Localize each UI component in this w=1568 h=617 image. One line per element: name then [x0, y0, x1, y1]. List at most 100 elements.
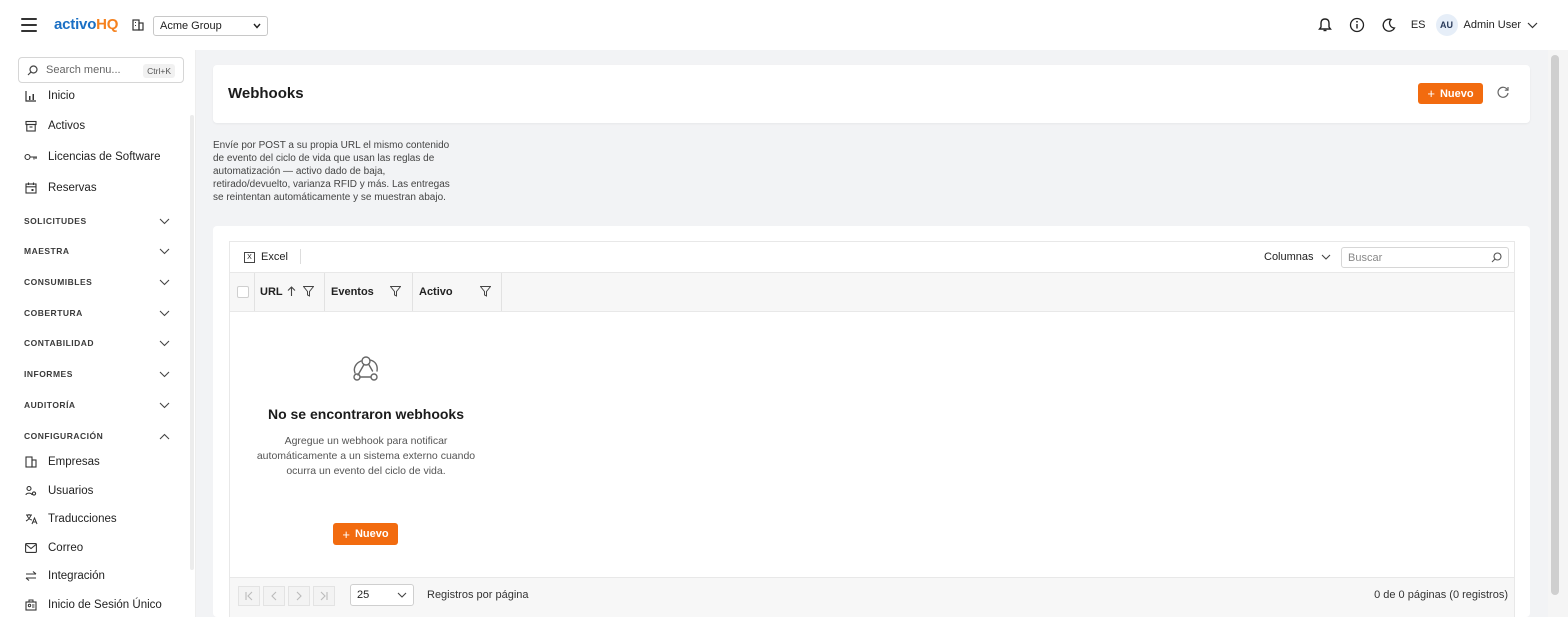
filter-icon[interactable]	[390, 286, 401, 297]
sidebar-item-correo[interactable]: Correo	[24, 541, 83, 555]
sidebar-scrollbar[interactable]	[190, 115, 194, 570]
next-page-icon[interactable]	[288, 586, 310, 606]
sidebar-item-label: Inicio de Sesión Único	[48, 599, 162, 611]
company-select-value: Acme Group	[160, 20, 222, 32]
column-header-activo[interactable]: Activo	[413, 273, 502, 311]
window-scrollbar[interactable]	[1548, 50, 1568, 617]
sidebar-group-label: CONTABILIDAD	[24, 338, 95, 348]
chevron-down-icon[interactable]	[1527, 22, 1538, 29]
sidebar-item-label: Correo	[48, 542, 84, 554]
chevron-down-icon	[159, 279, 170, 285]
chevron-down-icon	[397, 592, 407, 598]
hamburger-menu-icon[interactable]	[21, 18, 37, 32]
table-header: URL Eventos Activo	[230, 272, 1514, 312]
app-logo[interactable]: activoHQ	[54, 16, 118, 33]
previous-page-icon[interactable]	[263, 586, 285, 606]
page-title: Webhooks	[228, 85, 304, 102]
sidebar-group-cobertura[interactable]: COBERTURA	[24, 308, 170, 318]
keyboard-shortcut-badge: Ctrl+K	[143, 64, 175, 78]
column-header-label: Activo	[419, 286, 453, 298]
sidebar-item-traducciones[interactable]: Traducciones	[24, 512, 117, 526]
chevron-up-icon	[159, 433, 170, 439]
chart-icon	[24, 89, 38, 103]
column-header-url[interactable]: URL	[255, 273, 325, 311]
chevron-down-icon	[159, 402, 170, 408]
top-right-actions: ES AU Admin User	[1309, 0, 1538, 50]
first-page-icon[interactable]	[238, 586, 260, 606]
select-all-checkbox[interactable]	[237, 286, 249, 298]
webhooks-grid-card: X Excel Columnas Buscar URL Eventos Activ…	[213, 226, 1530, 617]
empty-state-title: No se encontraron webhooks	[267, 406, 465, 422]
empty-state-text: Agregue un webhook para notificar automá…	[256, 435, 476, 477]
filter-icon[interactable]	[303, 286, 314, 297]
chevron-down-icon	[159, 340, 170, 346]
top-bar: activoHQ Acme Group ES AU Admin User	[0, 0, 1568, 50]
company-select[interactable]: Acme Group	[153, 16, 268, 36]
sidebar-item-label: Licencias de Software	[48, 151, 161, 163]
sidebar-item-activos[interactable]: Activos	[24, 119, 85, 133]
sidebar-group-label: CONFIGURACIÓN	[24, 431, 104, 441]
column-header-label: Eventos	[331, 286, 374, 298]
language-switch[interactable]: ES	[1411, 19, 1426, 31]
chevron-down-icon	[159, 248, 170, 254]
filter-icon[interactable]	[480, 286, 491, 297]
sidebar-item-usuarios[interactable]: Usuarios	[24, 484, 93, 498]
toolbar-divider	[300, 249, 301, 264]
grid-search-input[interactable]: Buscar	[1341, 247, 1509, 268]
sidebar-group-consumibles[interactable]: CONSUMIBLES	[24, 277, 170, 287]
columns-chooser-button[interactable]: Columnas	[1264, 251, 1331, 263]
grid-search-placeholder: Buscar	[1348, 251, 1383, 264]
new-webhook-button[interactable]: + Nuevo	[1418, 83, 1483, 104]
sidebar-item-empresas[interactable]: Empresas	[24, 455, 100, 469]
sidebar-group-informes[interactable]: INFORMES	[24, 369, 170, 379]
column-header-eventos[interactable]: Eventos	[325, 273, 413, 311]
excel-export-button[interactable]: X Excel	[244, 251, 288, 263]
info-icon[interactable]	[1341, 9, 1373, 41]
sidebar-item-integracion[interactable]: Integración	[24, 569, 105, 583]
empty-state: No se encontraron webhooks Agregue un we…	[230, 352, 502, 545]
sidebar-item-inicio[interactable]: Inicio	[24, 89, 75, 103]
sidebar-group-contabilidad[interactable]: CONTABILIDAD	[24, 338, 170, 348]
user-name[interactable]: Admin User	[1464, 19, 1521, 31]
last-page-icon[interactable]	[313, 586, 335, 606]
sidebar-item-reservas[interactable]: Reservas	[24, 181, 97, 195]
bell-icon[interactable]	[1309, 9, 1341, 41]
sidebar-group-label: SOLICITUDES	[24, 216, 87, 226]
page-header: Webhooks + Nuevo	[213, 65, 1530, 123]
sidebar-item-label: Traducciones	[48, 513, 117, 525]
sidebar-group-label: INFORMES	[24, 369, 73, 379]
sidebar-group-auditoria[interactable]: AUDITORÍA	[24, 400, 170, 410]
sidebar-item-licencias[interactable]: Licencias de Software	[24, 150, 161, 164]
sidebar-item-label: Empresas	[48, 456, 100, 468]
menu-search-input[interactable]: Search menu... Ctrl+K	[18, 57, 184, 83]
page-size-select[interactable]: 25	[350, 584, 414, 606]
sidebar-group-solicitudes[interactable]: SOLICITUDES	[24, 216, 170, 226]
columns-label: Columnas	[1264, 251, 1314, 263]
sidebar-item-label: Activos	[48, 120, 86, 132]
sidebar-item-sso[interactable]: Inicio de Sesión Único	[24, 598, 162, 612]
sidebar-item-label: Inicio	[48, 90, 75, 102]
refresh-icon[interactable]	[1496, 85, 1512, 101]
data-grid: X Excel Columnas Buscar URL Eventos Activ…	[229, 241, 1515, 617]
key-icon	[24, 150, 38, 164]
sidebar-group-label: COBERTURA	[24, 308, 83, 318]
new-button-label: Nuevo	[354, 528, 389, 540]
scrollbar-thumb[interactable]	[1551, 55, 1559, 595]
sidebar-group-maestra[interactable]: MAESTRA	[24, 246, 170, 256]
select-all-column	[230, 273, 255, 311]
plus-icon: +	[342, 526, 350, 542]
empty-state-new-button[interactable]: + Nuevo	[333, 523, 398, 545]
calendar-icon	[24, 181, 38, 195]
sidebar: Search menu... Ctrl+K Inicio Activos Lic…	[0, 50, 196, 617]
sort-ascending-icon[interactable]	[287, 286, 296, 297]
moon-icon[interactable]	[1373, 9, 1405, 41]
sidebar-group-label: MAESTRA	[24, 246, 70, 256]
sidebar-group-label: AUDITORÍA	[24, 400, 76, 410]
avatar[interactable]: AU	[1435, 14, 1458, 36]
logo-text-accent: HQ	[96, 16, 119, 33]
excel-icon: X	[244, 251, 255, 263]
menu-search-placeholder: Search menu...	[46, 64, 121, 76]
sidebar-group-configuracion[interactable]: CONFIGURACIÓN	[24, 431, 170, 441]
page-size-value: 25	[357, 589, 370, 601]
grid-toolbar: X Excel Columnas Buscar	[230, 242, 1514, 272]
